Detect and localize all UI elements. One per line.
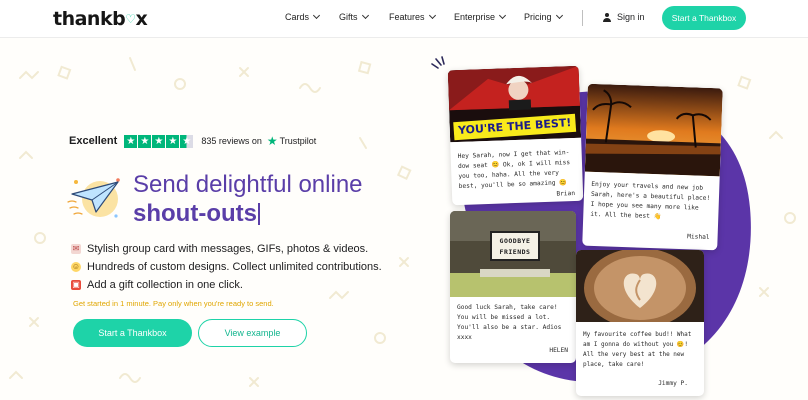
paper-plane-icon <box>67 178 120 218</box>
list-item: ▣ Add a gift collection in one click. <box>71 279 243 291</box>
message-card[interactable]: GOODBYE FRIENDS Good luck Sarah, take ca… <box>450 211 576 363</box>
feature-list: ✉ Stylish group card with messages, GIFs… <box>71 240 382 294</box>
list-item: ✉ Stylish group card with messages, GIFs… <box>71 243 369 255</box>
hero-headline: Send delightful online shout-outs <box>133 171 363 227</box>
trustpilot-rating[interactable]: Excellent ★ ★ ★ ★ ★ 835 reviews on ★ Trus… <box>69 134 316 148</box>
card-message: Hey Sarah, now I get that win- dow seat … <box>457 149 571 191</box>
rating-stars: ★ ★ ★ ★ ★ <box>124 134 194 148</box>
nav-enterprise[interactable]: Enterprise <box>454 11 507 22</box>
gift-icon: ▣ <box>71 280 81 290</box>
chevron-down-icon <box>312 11 321 20</box>
star-icon: ★ <box>166 134 180 148</box>
card-message: Good luck Sarah, take care! You will be … <box>457 304 562 341</box>
card-icon: ✉ <box>71 244 81 254</box>
nav-features[interactable]: Features <box>389 11 436 22</box>
heart-icon: ♡ <box>125 12 136 26</box>
review-count: 835 reviews on <box>201 136 262 146</box>
card-signature: HELEN <box>549 347 568 354</box>
nav-cards[interactable]: Cards <box>285 11 321 22</box>
card-signature: Mishal <box>687 233 710 242</box>
card-signature: Brian <box>556 189 576 198</box>
half-star-icon: ★ <box>180 134 194 148</box>
nav-gifts[interactable]: Gifts <box>339 11 369 22</box>
card-message: My favourite coffee bud!! What am I gonn… <box>583 331 692 368</box>
star-icon: ★ <box>124 134 138 148</box>
photo <box>576 250 704 322</box>
message-card[interactable]: YOU'RE THE BEST! Hey Sarah, now I get th… <box>447 65 584 206</box>
nav-pricing[interactable]: Pricing <box>524 11 563 22</box>
signin-label: Sign in <box>617 12 645 22</box>
view-example-button[interactable]: View example <box>198 319 307 347</box>
nav-divider <box>582 10 583 26</box>
text-caret <box>257 203 260 225</box>
logo[interactable]: thankb♡x <box>53 8 148 30</box>
smiley-icon: ☺ <box>71 262 81 272</box>
rating-word: Excellent <box>69 135 118 147</box>
chevron-down-icon <box>361 11 369 20</box>
message-card[interactable]: Enjoy your travels and new job Sarah, he… <box>582 83 723 251</box>
tagline: Get started in 1 minute. Pay only when y… <box>73 299 274 308</box>
chevron-down-icon <box>498 11 507 20</box>
card-message: Enjoy your travels and new job Sarah, he… <box>590 180 711 221</box>
message-card[interactable]: My favourite coffee bud!! What am I gonn… <box>576 250 704 396</box>
star-icon: ★ <box>138 134 152 148</box>
signin-link[interactable]: Sign in <box>603 12 645 22</box>
header-start-button[interactable]: Start a Thankbox <box>662 6 746 30</box>
star-icon: ★ <box>152 134 166 148</box>
list-item: ☺ Hundreds of custom designs. Collect un… <box>71 261 382 273</box>
trustpilot-star-icon: ★ <box>266 134 278 148</box>
photo <box>584 83 723 177</box>
lightbox-sign: GOODBYE FRIENDS <box>490 231 540 261</box>
chevron-down-icon <box>428 11 436 20</box>
start-thankbox-button[interactable]: Start a Thankbox <box>73 319 192 347</box>
trustpilot-logo: ★ Trustpilot <box>266 134 317 148</box>
user-icon <box>603 12 611 22</box>
chevron-down-icon <box>555 11 563 20</box>
card-signature: Jimmy P. <box>658 380 688 387</box>
site-header: thankb♡x Cards Gifts Features Enterprise… <box>0 0 808 38</box>
